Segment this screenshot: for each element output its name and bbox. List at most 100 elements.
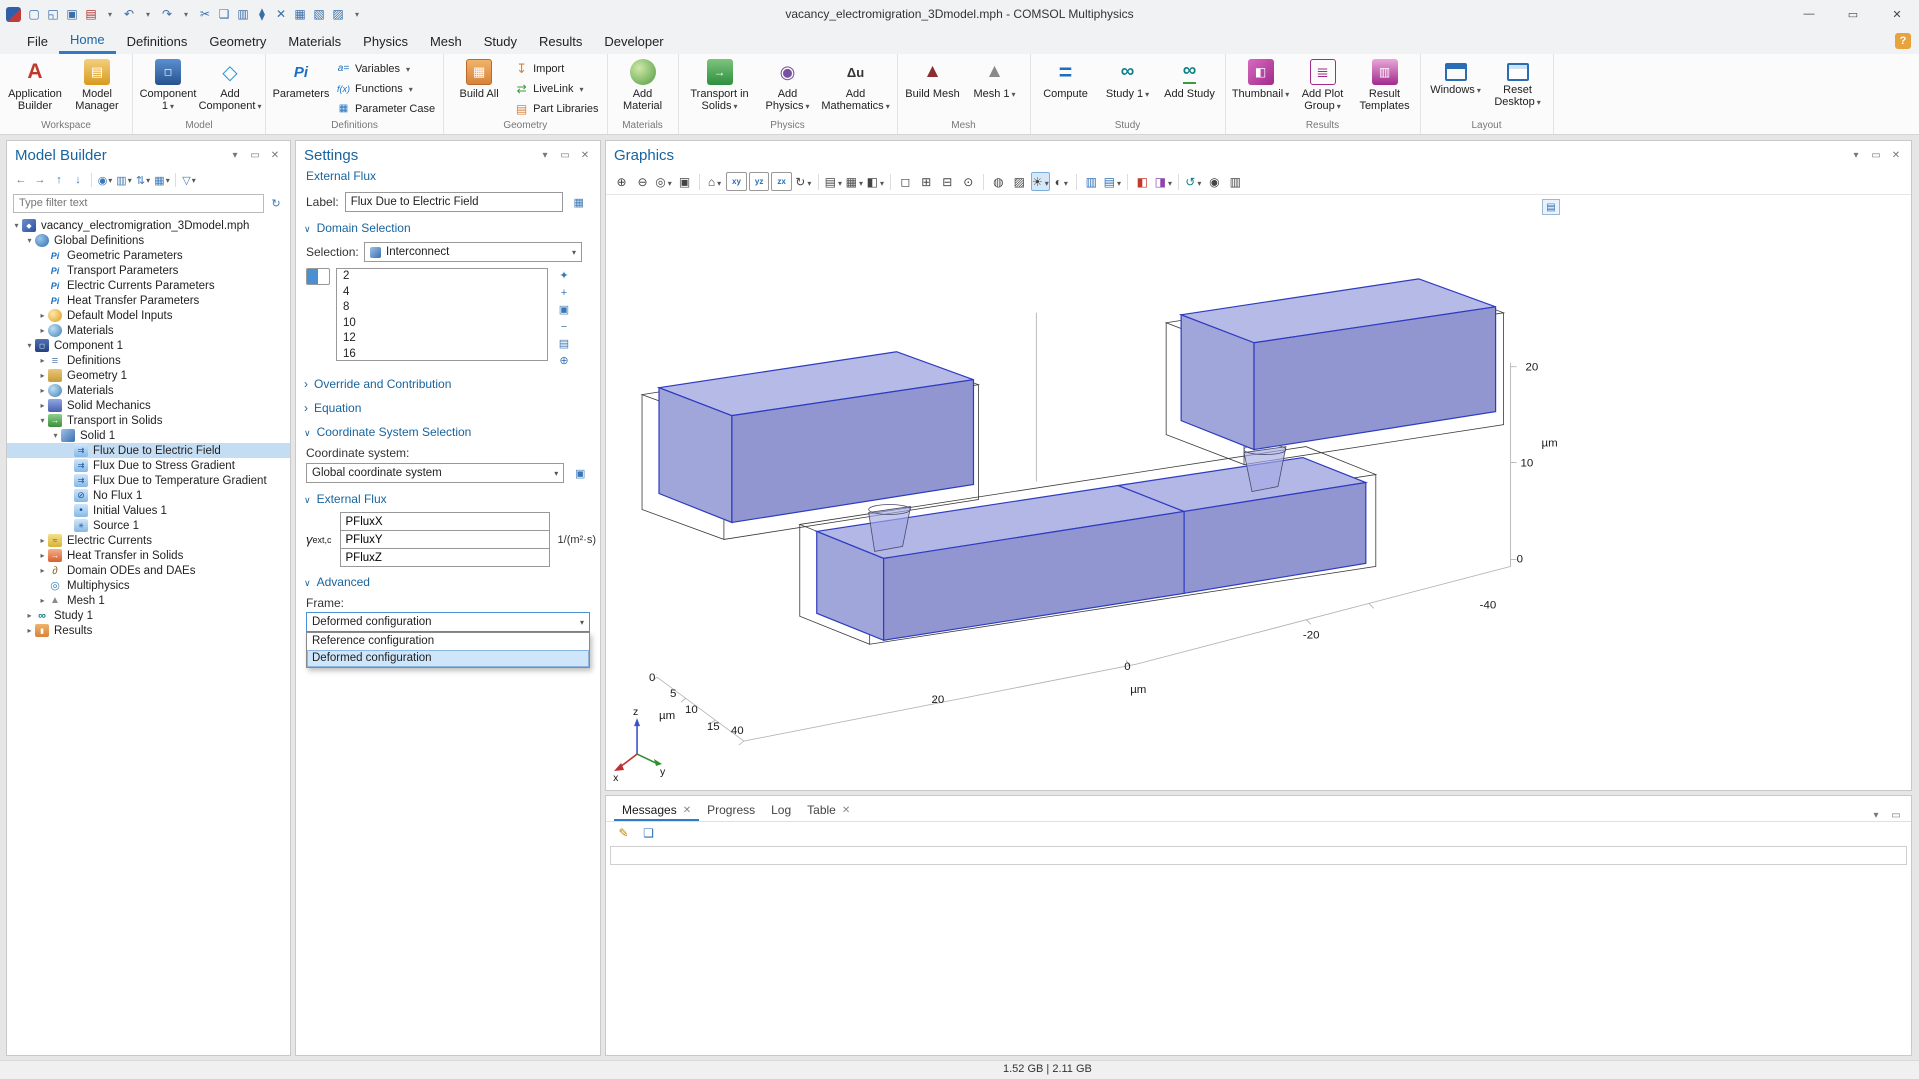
twisty-icon[interactable]	[37, 356, 48, 365]
panel-close-icon[interactable]: ✕	[1889, 150, 1903, 161]
tree-item-electric-currents-parameters[interactable]: Electric Currents Parameters	[7, 278, 290, 293]
part-libraries-button[interactable]: Part Libraries	[511, 100, 601, 117]
twisty-icon[interactable]	[37, 536, 48, 545]
tree-item-materials-global[interactable]: Materials	[7, 323, 290, 338]
material-rendering-button[interactable]: ◧	[866, 172, 885, 191]
variables-button[interactable]: Variables	[333, 60, 438, 77]
update-plot-button[interactable]: ↺	[1184, 172, 1203, 191]
zoom-selected-button[interactable]: ⊙	[959, 172, 978, 191]
remove-from-selection-button[interactable]: −	[554, 319, 574, 334]
add-plot-group-button[interactable]: Add Plot Group	[1293, 57, 1353, 119]
thumbnail-button[interactable]: Thumbnail	[1231, 57, 1291, 119]
twisty-icon[interactable]	[37, 401, 48, 410]
tree-item-solid-1[interactable]: Solid 1	[7, 428, 290, 443]
move-down-button[interactable]: ↓	[70, 172, 86, 188]
tree-item-geometry-1[interactable]: Geometry 1	[7, 368, 290, 383]
columns-menu-button[interactable]: ▥	[116, 172, 132, 188]
settings-menu-icon[interactable]: ▾	[538, 150, 552, 161]
zoom-extents-button[interactable]: ◎	[654, 172, 673, 191]
add-study-button[interactable]: Add Study	[1160, 57, 1220, 119]
import-button[interactable]: Import	[511, 60, 601, 77]
twisty-icon[interactable]	[24, 236, 35, 245]
go-to-source-button[interactable]: ▣	[570, 466, 590, 481]
section-equation[interactable]: Equation	[296, 395, 600, 419]
transparency-button[interactable]: ◍	[989, 172, 1008, 191]
domain-item[interactable]: 8	[337, 300, 547, 316]
paste-selection-button[interactable]: ▤	[554, 336, 574, 351]
tree-item-default-model-inputs[interactable]: Default Model Inputs	[7, 308, 290, 323]
redo-button[interactable]: ↷	[158, 5, 176, 23]
domain-item[interactable]: 16	[337, 347, 547, 362]
frame-combo[interactable]: Deformed configuration ▾	[306, 612, 590, 632]
twisty-icon[interactable]	[37, 371, 48, 380]
model-manager-button[interactable]: Model Manager	[67, 57, 127, 119]
tree-item-electric-currents[interactable]: Electric Currents	[7, 533, 290, 548]
help-button[interactable]: ?	[1895, 33, 1911, 49]
copy-button[interactable]: ❏	[215, 5, 233, 23]
tree-item-flux-due-to-electric-field[interactable]: Flux Due to Electric Field	[7, 443, 290, 458]
tree-item-source-1[interactable]: Source 1	[7, 518, 290, 533]
go-to-zx-view-button[interactable]: zx	[771, 172, 791, 191]
new-file-button[interactable]: ▢	[25, 5, 43, 23]
add-to-selection-button[interactable]: +	[554, 285, 574, 300]
panel-float-icon[interactable]: ▭	[1869, 150, 1883, 161]
menu-study[interactable]: Study	[473, 28, 528, 54]
tree-item-multiphysics[interactable]: Multiphysics	[7, 578, 290, 593]
active-selection-toggle[interactable]	[306, 268, 330, 285]
twisty-icon[interactable]	[50, 431, 61, 440]
panel-float-icon[interactable]: ▭	[558, 150, 572, 161]
section-external-flux[interactable]: External Flux	[296, 486, 600, 510]
label-input[interactable]	[345, 192, 563, 212]
color-theme-button[interactable]: ▦	[845, 172, 864, 191]
show-selection-colors-button[interactable]: ◧	[1133, 172, 1152, 191]
menu-mesh[interactable]: Mesh	[419, 28, 473, 54]
add-physics-button[interactable]: Add Physics	[758, 57, 818, 119]
delete-button[interactable]: ✕	[272, 5, 290, 23]
go-to-default-view-button[interactable]: ⌂	[705, 172, 724, 191]
create-selection-button[interactable]: ✦	[554, 268, 574, 283]
tab-table[interactable]: Table✕	[799, 803, 858, 821]
add-component-button[interactable]: Add Component	[200, 57, 260, 119]
twisty-icon[interactable]	[37, 596, 48, 605]
flux-z-input[interactable]	[340, 548, 550, 567]
close-tab-icon[interactable]: ✕	[842, 805, 850, 816]
copy-selection-button[interactable]: ▣	[554, 302, 574, 317]
flux-x-input[interactable]	[340, 512, 550, 531]
tree-item-solid-mechanics[interactable]: Solid Mechanics	[7, 398, 290, 413]
panel-float-icon[interactable]: ▭	[248, 150, 262, 161]
hide-selection-colors-button[interactable]: ◨	[1154, 172, 1173, 191]
flux-y-input[interactable]	[340, 530, 550, 549]
parameter-case-button[interactable]: Parameter Case	[333, 100, 438, 117]
study-1-button[interactable]: Study 1	[1098, 57, 1158, 119]
refresh-filter-button[interactable]: ↻	[268, 195, 284, 211]
tree-item-no-flux-1[interactable]: No Flux 1	[7, 488, 290, 503]
tree-item-initial-values-1[interactable]: Initial Values 1	[7, 503, 290, 518]
tree-item-definitions[interactable]: Definitions	[7, 353, 290, 368]
tree-item-component-1[interactable]: Component 1	[7, 338, 290, 353]
zoom-to-selection-button[interactable]: ▣	[675, 172, 694, 191]
build-all-button[interactable]: Build All	[449, 57, 509, 119]
wireframe-rendering-button[interactable]: ▨	[1010, 172, 1029, 191]
tree-item-heat-transfer-parameters[interactable]: Heat Transfer Parameters	[7, 293, 290, 308]
twisty-icon[interactable]	[37, 566, 48, 575]
panel-close-icon[interactable]: ✕	[268, 150, 282, 161]
menu-geometry[interactable]: Geometry	[198, 28, 277, 54]
tree-item-geometric-parameters[interactable]: Geometric Parameters	[7, 248, 290, 263]
tree-item-root[interactable]: vacancy_electromigration_3Dmodel.mph	[7, 218, 290, 233]
tree-item-flux-due-to-temperature-gradient[interactable]: Flux Due to Temperature Gradient	[7, 473, 290, 488]
frame-option-deformed[interactable]: Deformed configuration	[307, 650, 589, 667]
redo-caret-icon[interactable]: ▾	[177, 5, 195, 23]
move-up-button[interactable]: ↑	[51, 172, 67, 188]
twisty-icon[interactable]	[37, 386, 48, 395]
tree-item-mesh-1[interactable]: Mesh 1	[7, 593, 290, 608]
menu-definitions[interactable]: Definitions	[116, 28, 199, 54]
tree-item-flux-due-to-stress-gradient[interactable]: Flux Due to Stress Gradient	[7, 458, 290, 473]
parameters-button[interactable]: Parameters	[271, 57, 331, 119]
graphics-canvas[interactable]: ▤	[606, 195, 1911, 790]
zoom-out-button[interactable]: ⊖	[633, 172, 652, 191]
tab-progress[interactable]: Progress	[699, 803, 763, 821]
back-button[interactable]: ←	[13, 172, 29, 188]
forward-button[interactable]: →	[32, 172, 48, 188]
mesh-1-button[interactable]: Mesh 1	[965, 57, 1025, 119]
domain-item[interactable]: 2	[337, 269, 547, 285]
